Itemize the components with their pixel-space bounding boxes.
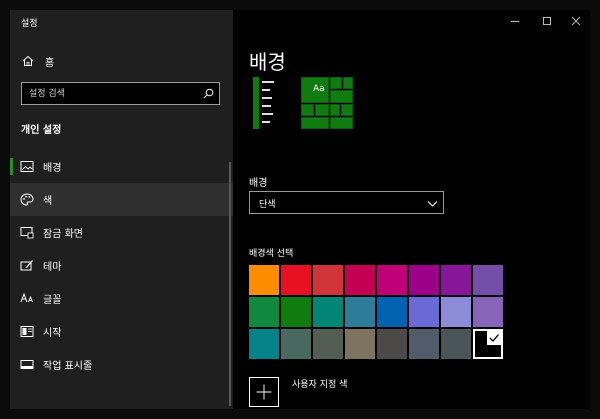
color-swatch[interactable] <box>313 297 343 327</box>
app-title: 설정 <box>21 19 38 29</box>
checkmark-icon <box>487 331 501 345</box>
preview-aa-icon: Aa <box>313 84 325 94</box>
color-swatch[interactable] <box>345 297 375 327</box>
color-swatch[interactable] <box>345 265 375 295</box>
color-swatch[interactable] <box>345 329 375 359</box>
font-icon <box>20 292 33 303</box>
image-icon <box>20 161 34 172</box>
selection-indicator <box>10 158 13 175</box>
color-swatch[interactable] <box>249 265 279 295</box>
chevron-down-icon <box>427 201 438 207</box>
home-link[interactable]: 홈 <box>10 50 233 72</box>
sidebar-item-label: 작업 표시줄 <box>43 361 93 372</box>
section-title: 개인 설정 <box>21 125 62 136</box>
sidebar-scrollbar[interactable] <box>229 162 231 406</box>
sidebar: 설정 홈 개인 설정 배경 <box>10 10 233 409</box>
sidebar-item-lockscreen[interactable]: 잠금 화면 <box>10 216 233 249</box>
nav-list: 배경 색 잠금 화면 테마 글꼴 시작 작업 표시줄 <box>10 150 233 381</box>
taskbar-icon <box>20 360 34 369</box>
color-swatch[interactable] <box>441 297 471 327</box>
color-swatch[interactable] <box>441 329 471 359</box>
color-swatch[interactable] <box>313 329 343 359</box>
background-label: 배경 <box>249 178 268 189</box>
color-swatch[interactable] <box>377 329 407 359</box>
lock-screen-icon <box>20 227 34 239</box>
choose-color-label: 배경색 선택 <box>249 249 294 259</box>
sidebar-item-label: 테마 <box>43 262 62 273</box>
sidebar-item-label: 잠금 화면 <box>43 229 83 240</box>
color-swatch[interactable] <box>441 265 471 295</box>
settings-window: 설정 홈 개인 설정 배경 <box>10 10 590 409</box>
sidebar-item-label: 시작 <box>43 328 62 339</box>
color-swatch[interactable] <box>409 329 439 359</box>
color-swatch[interactable] <box>473 297 503 327</box>
custom-color-label: 사용자 지정 색 <box>292 380 348 390</box>
home-label: 홈 <box>45 58 55 69</box>
color-swatch[interactable] <box>377 297 407 327</box>
color-swatch[interactable] <box>249 329 279 359</box>
search-icon[interactable] <box>203 88 214 99</box>
sidebar-item-background[interactable]: 배경 <box>10 150 233 183</box>
color-swatch[interactable] <box>377 265 407 295</box>
sidebar-item-colors[interactable]: 색 <box>10 183 233 216</box>
search-box <box>21 82 220 105</box>
sidebar-item-themes[interactable]: 테마 <box>10 249 233 282</box>
preview-tiles <box>301 77 353 129</box>
color-swatch[interactable] <box>313 265 343 295</box>
color-swatch[interactable] <box>281 329 311 359</box>
color-swatch[interactable] <box>281 265 311 295</box>
home-icon <box>22 55 34 66</box>
content-pane: 배경 Aa 배경 단색 배경색 선택 사용자 지정 색 <box>233 10 590 409</box>
color-swatch[interactable] <box>409 265 439 295</box>
color-swatch[interactable] <box>409 297 439 327</box>
color-swatch[interactable] <box>473 329 503 359</box>
palette-icon <box>20 193 34 206</box>
plus-icon <box>249 377 279 407</box>
background-dropdown-value: 단색 <box>259 200 276 210</box>
color-swatch[interactable] <box>281 297 311 327</box>
color-swatch[interactable] <box>473 265 503 295</box>
start-icon <box>20 326 34 337</box>
sidebar-item-fonts[interactable]: 글꼴 <box>10 282 233 315</box>
page-title: 배경 <box>249 50 286 74</box>
sidebar-item-taskbar[interactable]: 작업 표시줄 <box>10 348 233 381</box>
sidebar-item-label: 색 <box>43 196 53 207</box>
search-input[interactable] <box>22 83 200 104</box>
theme-brush-icon <box>20 260 33 271</box>
background-dropdown[interactable]: 단색 <box>249 191 444 214</box>
preview-start-strip <box>253 77 275 129</box>
color-swatch[interactable] <box>249 297 279 327</box>
sidebar-item-start[interactable]: 시작 <box>10 315 233 348</box>
sidebar-item-label: 배경 <box>43 163 62 174</box>
sidebar-item-label: 글꼴 <box>43 295 62 306</box>
